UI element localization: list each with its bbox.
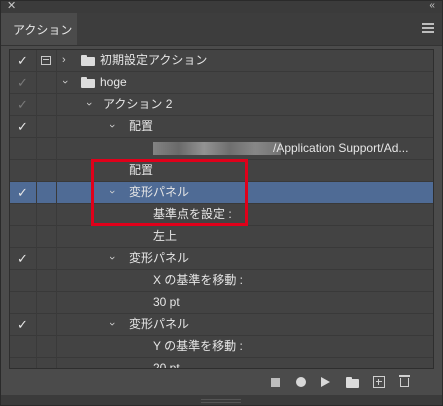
command-label: 変形パネル xyxy=(129,251,190,265)
command-row[interactable]: ✓ › 配置 xyxy=(10,116,433,138)
dialog-column xyxy=(36,358,57,368)
dialog-column xyxy=(36,226,57,248)
check-icon[interactable]: ✓ xyxy=(17,317,28,333)
detail-label: Y の基準を移動 : xyxy=(153,339,243,353)
check-icon[interactable]: ✓ xyxy=(17,53,28,69)
check-icon[interactable]: ✓ xyxy=(17,119,28,135)
trash-icon[interactable] xyxy=(399,375,410,387)
detail-label: X の基準を移動 : xyxy=(153,273,244,287)
dialog-column xyxy=(36,204,57,226)
collapse-arrow-icon[interactable]: › xyxy=(105,256,119,260)
toggle-column[interactable]: ✓ xyxy=(10,50,37,72)
check-icon[interactable]: ✓ xyxy=(17,75,28,91)
dialog-column xyxy=(36,160,57,182)
collapse-arrow-icon[interactable]: › xyxy=(58,80,72,84)
collapse-arrow-icon[interactable]: › xyxy=(82,102,96,106)
tab-actions[interactable]: アクション xyxy=(1,13,77,45)
close-icon[interactable]: ✕ xyxy=(7,0,16,13)
command-row[interactable]: ✓ › 変形パネル xyxy=(10,248,433,270)
highlight-annotation-box xyxy=(91,159,248,226)
dialog-column[interactable] xyxy=(36,94,57,116)
expand-arrow-icon[interactable]: › xyxy=(62,53,66,67)
folder-icon xyxy=(81,55,95,66)
toggle-column[interactable]: ✓ xyxy=(10,248,37,270)
action-set-label: hoge xyxy=(100,75,127,89)
detail-value: 30 pt xyxy=(153,295,180,309)
command-detail-row: 30 pt xyxy=(10,292,433,314)
dialog-column xyxy=(36,292,57,314)
dialog-column[interactable] xyxy=(36,116,57,138)
toggle-column[interactable]: ✓ xyxy=(10,72,37,94)
check-icon[interactable]: ✓ xyxy=(17,97,28,113)
dialog-column xyxy=(36,138,57,160)
command-row[interactable]: ✓ › 変形パネル xyxy=(10,314,433,336)
collapse-arrow-icon[interactable]: › xyxy=(105,124,119,128)
panel-title-bar: ✕ ‹‹ xyxy=(1,0,442,13)
command-detail-row: 20 pt xyxy=(10,358,433,369)
command-detail-row: /Application Support/Ad... xyxy=(10,138,433,160)
actions-toolbar xyxy=(1,371,442,393)
action-set-row[interactable]: ✓ › 初期設定アクション xyxy=(10,50,433,72)
new-action-icon[interactable] xyxy=(373,376,385,388)
toggle-column xyxy=(10,336,37,358)
action-label: アクション 2 xyxy=(103,97,173,111)
collapse-icon[interactable]: ‹‹ xyxy=(429,0,435,13)
folder-icon xyxy=(81,77,95,88)
command-detail-row: 左上 xyxy=(10,226,433,248)
redacted-path xyxy=(153,142,281,155)
toggle-column xyxy=(10,160,37,182)
dialog-column[interactable] xyxy=(36,248,57,270)
check-icon[interactable]: ✓ xyxy=(17,251,28,267)
play-icon[interactable] xyxy=(321,377,330,387)
detail-value: 20 pt xyxy=(153,361,180,369)
command-detail-row: X の基準を移動 : xyxy=(10,270,433,292)
stop-icon[interactable] xyxy=(271,378,280,387)
check-icon[interactable]: ✓ xyxy=(17,185,28,201)
dialog-column xyxy=(36,336,57,358)
detail-value: 左上 xyxy=(153,229,178,243)
toggle-column xyxy=(10,358,37,368)
tab-bar: アクション xyxy=(1,13,442,46)
toggle-column[interactable]: ✓ xyxy=(10,116,37,138)
record-icon[interactable] xyxy=(296,377,306,387)
panel-menu-icon[interactable] xyxy=(422,23,434,33)
toggle-column xyxy=(10,204,37,226)
new-set-folder-icon[interactable] xyxy=(346,377,359,388)
dialog-column[interactable] xyxy=(36,182,57,204)
toggle-column xyxy=(10,138,37,160)
dialog-column[interactable] xyxy=(36,314,57,336)
toggle-column[interactable]: ✓ xyxy=(10,94,37,116)
path-label: /Application Support/Ad... xyxy=(273,141,409,155)
toggle-column[interactable]: ✓ xyxy=(10,314,37,336)
action-row[interactable]: ✓ › アクション 2 xyxy=(10,94,433,116)
action-set-row[interactable]: ✓ › hoge xyxy=(10,72,433,94)
dialog-column[interactable] xyxy=(36,50,57,72)
dialog-column xyxy=(36,270,57,292)
toggle-column xyxy=(10,292,37,314)
resize-grip[interactable] xyxy=(1,395,442,405)
command-label: 変形パネル xyxy=(129,317,190,331)
dialog-toggle-icon[interactable] xyxy=(41,56,51,65)
command-detail-row: Y の基準を移動 : xyxy=(10,336,433,358)
dialog-column[interactable] xyxy=(36,72,57,94)
toggle-column[interactable]: ✓ xyxy=(10,182,37,204)
toggle-column xyxy=(10,270,37,292)
toggle-column xyxy=(10,226,37,248)
tab-actions-label: アクション xyxy=(13,23,73,37)
action-set-label: 初期設定アクション xyxy=(100,53,208,67)
collapse-arrow-icon[interactable]: › xyxy=(105,322,119,326)
command-label: 配置 xyxy=(129,119,154,133)
